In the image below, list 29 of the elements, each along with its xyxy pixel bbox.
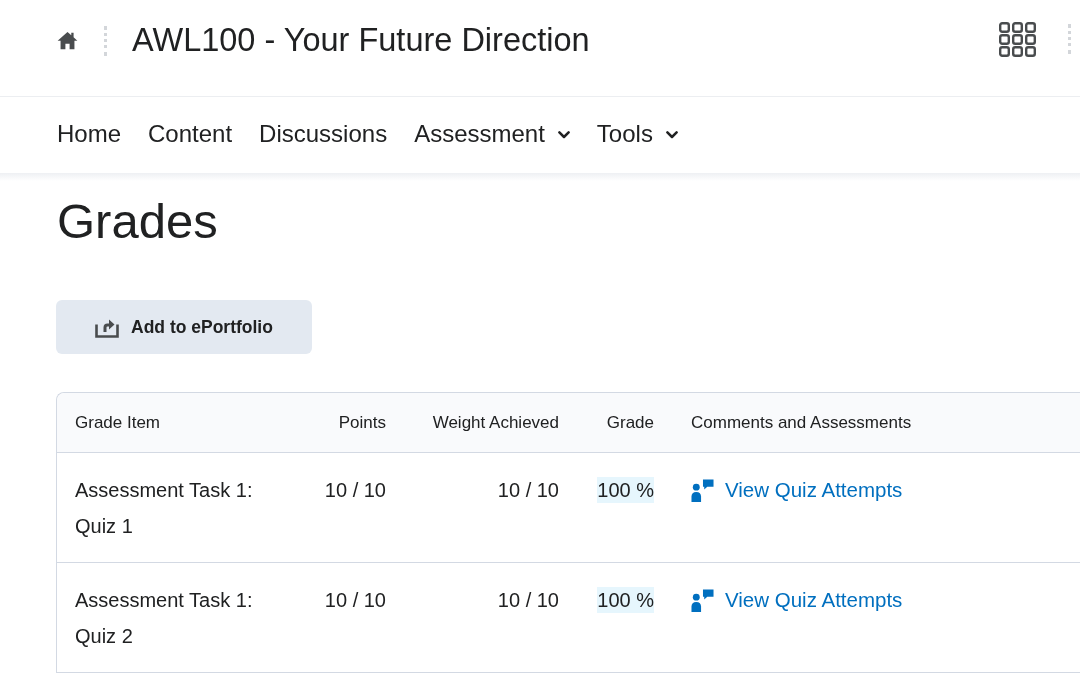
person-speech-icon [691, 589, 714, 612]
view-attempts-link[interactable]: View Quiz Attempts [691, 472, 903, 508]
table-cell: 10 / 10 [324, 589, 386, 611]
view-attempts-link[interactable]: View Quiz Attempts [691, 582, 903, 618]
column-header: Grade [606, 412, 654, 432]
column-header: Points [338, 412, 386, 432]
table-cell: 10 / 10 [324, 479, 386, 501]
grade-value: 100 % [597, 477, 654, 503]
nav-link[interactable]: Discussions [259, 120, 388, 148]
column-header: Weight Achieved [432, 412, 559, 432]
home-icon[interactable] [57, 31, 78, 50]
grid-icon[interactable] [999, 22, 1036, 57]
nav-link[interactable]: Home [57, 120, 122, 148]
chevron-down-icon [557, 131, 570, 139]
table-cell: Assessment Task 1: Quiz 1 [75, 479, 253, 537]
table-cell: Assessment Task 1: Quiz 2 [75, 589, 253, 647]
person-speech-icon [691, 479, 714, 502]
chevron-down-icon [665, 131, 678, 139]
table-cell: 10 / 10 [497, 589, 559, 611]
page-title: Grades [57, 193, 218, 250]
add-to-eportfolio-button[interactable]: Add to ePortfolio [56, 300, 312, 354]
nav-link[interactable]: Content [148, 120, 233, 148]
column-header: Grade Item [75, 412, 161, 432]
grade-value: 100 % [597, 587, 654, 613]
nav-menu-button[interactable]: Assessment [414, 120, 570, 148]
nav-menu-button[interactable]: Tools [596, 120, 678, 148]
column-header: Comments and Assessments [691, 412, 912, 432]
table-cell: 10 / 10 [497, 479, 559, 501]
course-title: AWL100 - Your Future Direction [132, 22, 590, 58]
